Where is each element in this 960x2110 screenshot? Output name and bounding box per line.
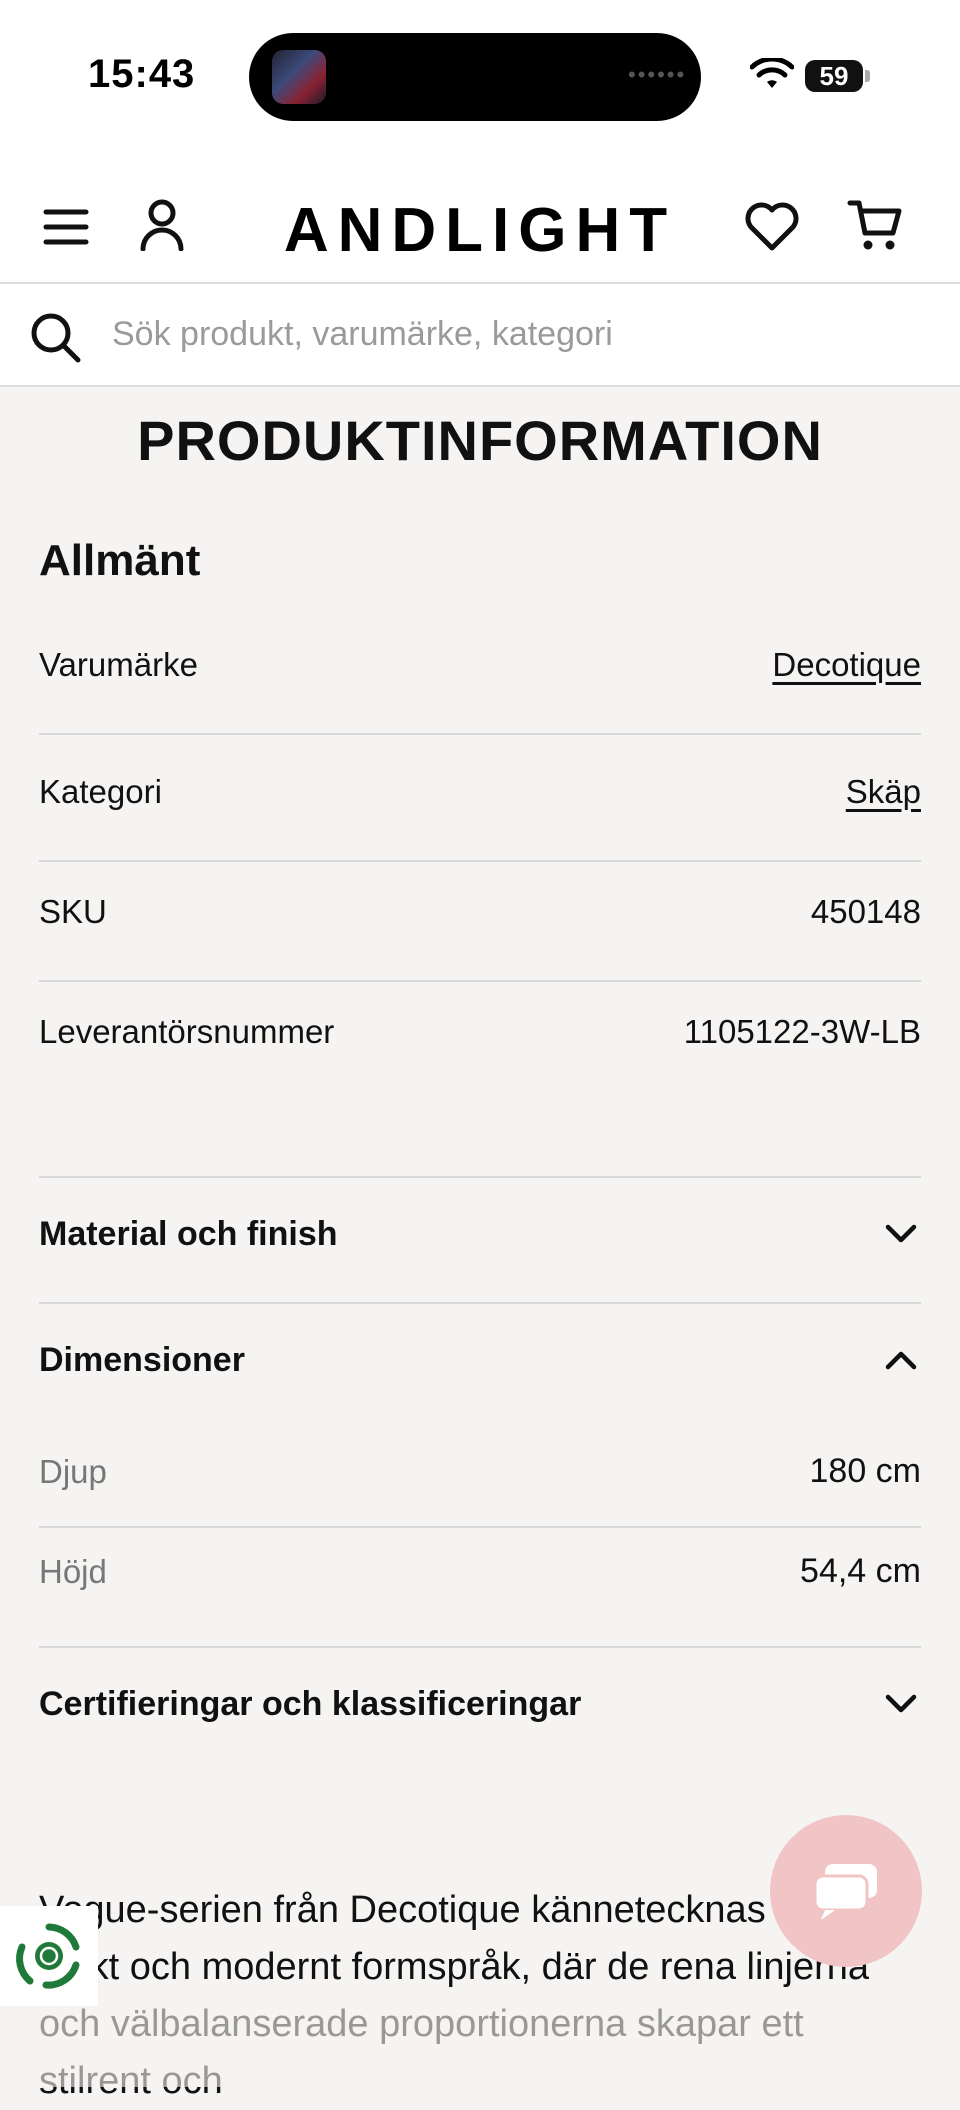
wishlist-heart-icon[interactable] <box>740 197 804 257</box>
chat-button[interactable] <box>770 1815 922 1967</box>
account-icon[interactable] <box>132 195 192 255</box>
accordion-material[interactable]: Material och finish <box>39 1214 921 1254</box>
info-label: SKU <box>39 893 107 930</box>
accordion-title: Material och finish <box>39 1214 338 1253</box>
menu-icon[interactable] <box>36 197 96 257</box>
accordion-title: Dimensioner <box>39 1340 245 1379</box>
search-bar <box>0 284 960 387</box>
wifi-icon <box>750 58 794 88</box>
sku-value: 450148 <box>810 893 921 930</box>
info-label: Kategori <box>39 773 162 810</box>
divider <box>39 860 921 862</box>
chevron-up-icon[interactable] <box>881 1340 921 1380</box>
divider <box>39 1526 921 1528</box>
info-row-category: Kategori Skäp <box>39 773 921 811</box>
page-title: PRODUKTINFORMATION <box>137 409 823 472</box>
now-playing-waveform: •••••• <box>628 62 687 87</box>
dimension-value: 54,4 cm <box>800 1552 921 1590</box>
search-input[interactable] <box>112 308 912 360</box>
chevron-down-icon[interactable] <box>881 1684 921 1724</box>
bottom-fade <box>0 2005 960 2087</box>
site-logo[interactable]: ANDLIGHT <box>280 195 680 266</box>
category-link[interactable]: Skäp <box>846 773 921 811</box>
divider <box>39 980 921 982</box>
section-title-general: Allmänt <box>39 536 201 585</box>
battery-tip <box>865 70 870 82</box>
chat-bubble-icon <box>813 1864 877 1920</box>
divider <box>39 733 921 735</box>
dimension-label: Djup <box>39 1452 107 1490</box>
accordion-dimensions[interactable]: Dimensioner <box>39 1340 921 1380</box>
status-time: 15:43 <box>88 52 196 96</box>
dimension-row-height: Höjd 54,4 cm <box>39 1552 921 1591</box>
search-icon[interactable] <box>28 310 84 366</box>
accordion-certifications[interactable]: Certifieringar och klassificeringar <box>39 1684 921 1724</box>
info-row-brand: Varumärke Decotique <box>39 646 921 684</box>
dimension-value: 180 cm <box>809 1452 922 1490</box>
divider <box>39 1302 921 1304</box>
eco-recycle-badge[interactable] <box>0 1906 98 2006</box>
supplier-number-value: 1105122-3W-LB <box>683 1013 921 1050</box>
chevron-down-icon[interactable] <box>881 1214 921 1254</box>
accordion-title: Certifieringar och klassificeringar <box>39 1684 582 1723</box>
brand-link[interactable]: Decotique <box>772 646 921 684</box>
divider <box>39 1646 921 1648</box>
battery-indicator: 59 <box>805 60 863 92</box>
info-row-sku: SKU 450148 <box>39 893 921 931</box>
now-playing-artwork[interactable] <box>272 50 326 104</box>
info-label: Varumärke <box>39 646 198 683</box>
info-label: Leverantörsnummer <box>39 1013 335 1050</box>
info-row-supplier-number: Leverantörsnummer 1105122-3W-LB <box>39 1013 921 1051</box>
dimension-label: Höjd <box>39 1552 107 1590</box>
dimension-row-depth: Djup 180 cm <box>39 1452 921 1491</box>
site-header: ANDLIGHT <box>0 155 960 284</box>
cart-icon[interactable] <box>842 195 908 257</box>
divider <box>39 1176 921 1178</box>
